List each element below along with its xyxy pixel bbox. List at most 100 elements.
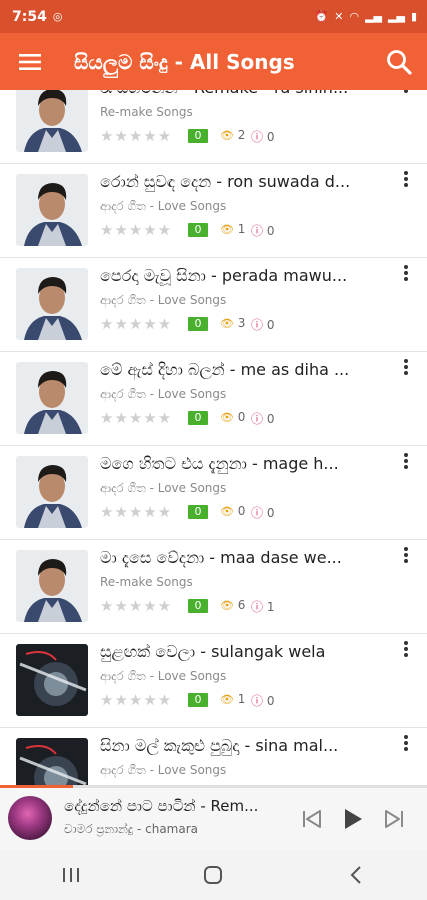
rating-count-badge: 0	[188, 223, 208, 237]
more-vert-icon[interactable]	[396, 734, 416, 758]
song-title: මගෙ හිතට එය දැනුනා - mage h...	[100, 454, 339, 473]
download-count: ⓘ 0	[251, 504, 274, 521]
song-title: සිනා මල් කැකුළු පුබුදා - sina mal...	[100, 736, 339, 755]
artist-thumbnail	[16, 362, 88, 434]
eye-icon: 👁	[220, 411, 234, 424]
more-vert-icon[interactable]	[396, 452, 416, 476]
song-row[interactable]: රොන් සුවඳ දෙන - ron suwada d... ආදර ගීත -…	[0, 164, 427, 258]
more-vert-icon[interactable]	[396, 358, 416, 382]
skip-next-icon[interactable]	[379, 804, 409, 834]
now-playing-title: දේදුන්නේ පාට පාටින් - Rem...	[64, 797, 259, 815]
download-icon: ⓘ	[251, 130, 264, 144]
song-row[interactable]: මේ ඇස් දිහා බලන් - me as diha ... ආදර ගීත…	[0, 352, 427, 446]
download-count-value: 1	[266, 600, 275, 614]
eye-icon: 👁	[220, 599, 234, 612]
more-vert-icon[interactable]	[396, 90, 416, 100]
download-icon: ⓘ	[251, 506, 264, 520]
song-row[interactable]: රෑ සිහිනෙන - Remake - ra sihin... Re-make…	[0, 90, 427, 164]
sync-icon: ◎	[52, 10, 63, 23]
download-count: ⓘ 0	[251, 692, 274, 709]
status-time: 7:54	[12, 8, 47, 25]
song-list[interactable]: රෑ සිහිනෙන - Remake - ra sihin... Re-make…	[0, 90, 427, 785]
song-category: Re-make Songs	[100, 105, 193, 119]
search-icon[interactable]	[371, 33, 427, 90]
rating-stars[interactable]: ★★★★★	[100, 221, 172, 239]
view-count-value: 2	[237, 128, 246, 142]
more-vert-icon[interactable]	[396, 170, 416, 194]
more-vert-icon[interactable]	[396, 264, 416, 288]
eye-icon: 👁	[220, 693, 234, 706]
view-count: 👁 1	[220, 692, 245, 706]
download-icon: ⓘ	[251, 318, 264, 332]
more-vert-icon[interactable]	[396, 546, 416, 570]
view-count: 👁 3	[220, 316, 245, 330]
more-vert-icon[interactable]	[396, 640, 416, 664]
eye-icon: 👁	[220, 317, 234, 330]
song-row[interactable]: මගෙ හිතට එය දැනුනා - mage h... ආදර ගීත - …	[0, 446, 427, 540]
song-row[interactable]: සුළඟක් වෙලා - sulangak wela ආදර ගීත - Lov…	[0, 634, 427, 728]
view-count: 👁 0	[220, 410, 245, 424]
view-count-value: 6	[237, 598, 246, 612]
rating-stars[interactable]: ★★★★★	[100, 409, 172, 427]
song-row[interactable]: සිනා මල් කැකුළු පුබුදා - sina mal... ආදර …	[0, 728, 427, 785]
rating-count-badge: 0	[188, 411, 208, 425]
song-title: සුළඟක් වෙලා - sulangak wela	[100, 642, 326, 661]
back-icon[interactable]	[326, 855, 386, 895]
download-count-value: 0	[266, 694, 275, 708]
artist-thumbnail	[16, 268, 88, 340]
song-category: ආදර ගීත - Love Songs	[100, 763, 227, 777]
song-title: මා දැසෙ වේදනා - maa dase we...	[100, 548, 342, 567]
rating-stars[interactable]: ★★★★★	[100, 597, 172, 615]
download-icon: ⓘ	[251, 224, 264, 238]
mini-player[interactable]: දේදුන්නේ පාට පාටින් - Rem... චාමර ප්‍රනා…	[0, 788, 427, 850]
song-title: මේ ඇස් දිහා බලන් - me as diha ...	[100, 360, 350, 379]
system-nav-bar	[0, 850, 427, 900]
song-category: ආදර ගීත - Love Songs	[100, 199, 227, 213]
eye-icon: 👁	[220, 223, 234, 236]
download-count: ⓘ 0	[251, 222, 274, 239]
download-count: ⓘ 0	[251, 316, 274, 333]
view-count: 👁 6	[220, 598, 245, 612]
download-count-value: 0	[266, 412, 275, 426]
view-count-value: 1	[237, 692, 246, 706]
rating-stars[interactable]: ★★★★★	[100, 315, 172, 333]
rating-count-badge: 0	[188, 599, 208, 613]
mute-icon: ✕	[334, 10, 344, 23]
download-count-value: 0	[266, 224, 275, 238]
song-category: ආදර ගීත - Love Songs	[100, 293, 227, 307]
song-row[interactable]: මා දැසෙ වේදනා - maa dase we... Re-make So…	[0, 540, 427, 634]
signal-icon: ▂▄	[365, 10, 383, 23]
view-count-value: 1	[237, 222, 246, 236]
battery-icon: ▮	[410, 10, 417, 23]
download-count-value: 0	[266, 318, 275, 332]
alarm-icon: ⏰	[314, 10, 329, 23]
skip-previous-icon[interactable]	[297, 804, 327, 834]
artist-thumbnail	[16, 174, 88, 246]
rating-stars[interactable]: ★★★★★	[100, 127, 172, 145]
song-row[interactable]: පෙරදා මැවූ සිනා - perada mawu... ආදර ගීත …	[0, 258, 427, 352]
now-playing-artwork	[8, 796, 52, 840]
download-count: ⓘ 0	[251, 410, 274, 427]
rating-stars[interactable]: ★★★★★	[100, 691, 172, 709]
recents-icon[interactable]	[41, 855, 101, 895]
view-count: 👁 0	[220, 504, 245, 518]
artist-thumbnail	[16, 550, 88, 622]
album-cover-thumbnail	[16, 738, 88, 785]
page-title: සියලුම සිංදු - All Songs	[74, 49, 295, 74]
rating-stars[interactable]: ★★★★★	[100, 503, 172, 521]
album-cover-thumbnail	[16, 644, 88, 716]
play-icon[interactable]	[338, 804, 368, 834]
download-count-value: 0	[266, 506, 275, 520]
rating-count-badge: 0	[188, 505, 208, 519]
view-count-value: 0	[237, 504, 246, 518]
download-icon: ⓘ	[251, 694, 264, 708]
eye-icon: 👁	[220, 505, 234, 518]
artist-thumbnail	[16, 90, 88, 152]
song-title: පෙරදා මැවූ සිනා - perada mawu...	[100, 266, 348, 285]
home-icon[interactable]	[183, 855, 243, 895]
song-category: ආදර ගීත - Love Songs	[100, 481, 227, 495]
song-category: ආදර ගීත - Love Songs	[100, 387, 227, 401]
menu-icon[interactable]	[0, 33, 60, 90]
download-count: ⓘ 0	[251, 128, 274, 145]
download-count: ⓘ 1	[251, 598, 274, 615]
